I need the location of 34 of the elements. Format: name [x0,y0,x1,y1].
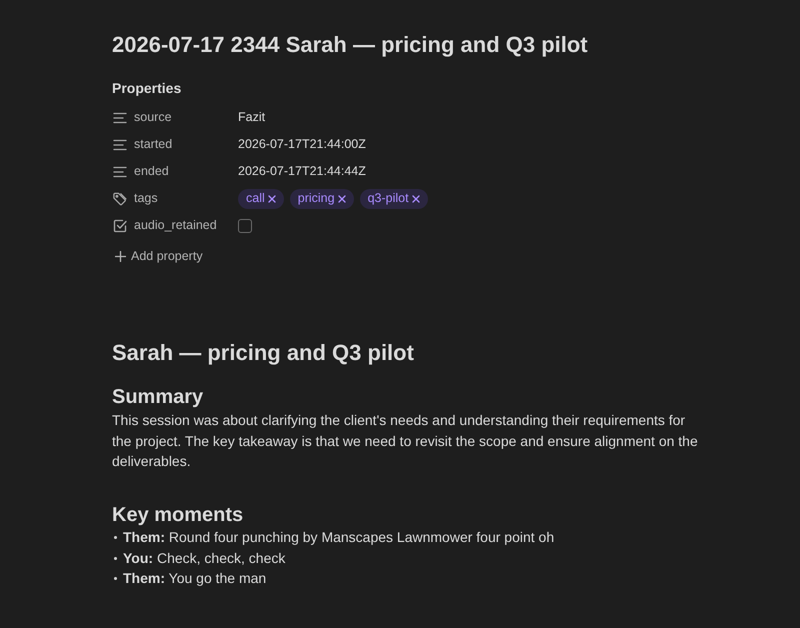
property-key: started [134,135,172,154]
property-value: 2026-07-17T21:44:44Z [238,163,366,180]
section-heading: Key moments [112,502,244,526]
key-moment-text: Them: Round four punching by Manscapes Lawnmower four point oh [123,528,554,548]
properties-heading: Properties [112,79,182,98]
bullet-icon [114,577,117,580]
property-key: audio_retained [134,216,217,235]
section-heading: Summary [112,385,204,409]
tag-chip[interactable]: q3-pilot [360,188,428,208]
bullet-icon [114,536,117,540]
tag-chip[interactable]: call [238,188,284,208]
property-key: ended [134,162,169,181]
close-icon [338,194,346,202]
key-moment-text: Them: You go the man [123,569,266,588]
close-icon [268,194,276,202]
property-value: 2026-07-17T21:44:00Z [238,136,366,154]
close-icon [412,194,420,202]
property-key: source [134,108,172,127]
key-moment-text: You: Check, check, check [123,548,286,568]
note-heading: Sarah — pricing and Q3 pilot [112,340,414,366]
tag-icon [113,192,127,206]
plus-icon [115,250,126,262]
bullet-icon [114,556,117,560]
tag-chip[interactable]: pricing [290,188,354,208]
lines-icon [113,166,127,178]
add-property-button[interactable]: Add property [112,246,203,266]
checkbox[interactable] [238,218,252,232]
checkbox-icon [113,218,127,232]
property-value: Fazit [238,109,266,126]
lines-icon [113,138,127,150]
lines-icon [113,112,127,124]
note-title: 2026-07-17 2344 Sarah — pricing and Q3 pilot [112,31,588,59]
property-key: tags [134,189,158,208]
summary-paragraph: This session was about clarifying the client's needs and understanding their requirements for the project. The key takeaway is that we need to revisit the scope and ensure alignment on the deliverables. [112,411,699,471]
